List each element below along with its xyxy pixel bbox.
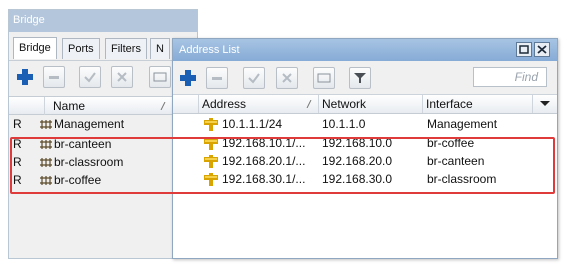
bridge-window: Bridge Bridge Ports Filters N Name R Man…	[8, 9, 198, 259]
address-row[interactable]: 192.168.20.1/... 192.168.20.0 br-canteen	[173, 153, 557, 170]
address-cell: 192.168.30.1/...	[222, 172, 306, 186]
address-pin-icon	[204, 118, 218, 131]
sort-icon	[160, 102, 166, 110]
bridge-table-header: Name	[9, 96, 197, 115]
bridge-window-title: Bridge	[9, 10, 197, 32]
address-cell: 10.1.1.1/24	[222, 117, 283, 131]
address-list-toolbar: Find	[173, 61, 557, 95]
maximize-icon	[519, 45, 529, 54]
network-cell: 192.168.20.0	[322, 154, 393, 168]
minus-icon	[212, 77, 222, 80]
close-icon	[537, 45, 547, 54]
table-row[interactable]: R br-coffee	[9, 172, 197, 189]
network-cell: 192.168.30.0	[322, 172, 393, 186]
address-row[interactable]: 192.168.30.1/... 192.168.30.0 br-classro…	[173, 171, 557, 188]
remove-address-button[interactable]	[206, 67, 228, 89]
name-column-header[interactable]: Name	[45, 97, 173, 115]
address-pin-icon	[204, 155, 218, 168]
address-list-window: Address List Find Address Network Interf…	[172, 38, 558, 259]
bridge-icon	[40, 120, 52, 129]
address-column-label: Address	[202, 97, 247, 111]
sort-icon	[306, 100, 312, 108]
plus-icon	[180, 70, 196, 86]
bridge-icon	[40, 158, 52, 167]
maximize-button[interactable]	[516, 42, 532, 57]
interface-cell: br-coffee	[427, 136, 475, 150]
address-cell: 192.168.10.1/...	[222, 136, 306, 150]
table-row[interactable]: R br-classroom	[9, 154, 197, 171]
address-list-title: Address List	[173, 39, 557, 61]
check-icon	[248, 73, 260, 84]
tab-ports[interactable]: Ports	[62, 38, 100, 59]
filter-icon	[354, 73, 366, 83]
row-name: br-canteen	[54, 137, 112, 151]
minus-icon	[49, 76, 59, 79]
add-button[interactable]	[15, 67, 35, 87]
row-name: br-coffee	[54, 173, 102, 187]
comment-address-button[interactable]	[313, 67, 335, 89]
address-flag-column-header[interactable]	[173, 95, 199, 113]
tab-nat[interactable]: N	[150, 38, 170, 59]
address-column-header[interactable]: Address	[199, 95, 319, 113]
address-table-header: Address Network Interface	[173, 95, 557, 114]
tab-bridge[interactable]: Bridge	[13, 37, 57, 59]
remove-button[interactable]	[43, 66, 65, 88]
name-column-label: Name	[53, 99, 86, 113]
close-button[interactable]	[534, 42, 550, 57]
check-icon	[84, 72, 96, 83]
cross-icon	[282, 73, 292, 83]
flag-column-header[interactable]	[9, 97, 45, 115]
network-cell: 10.1.1.0	[322, 117, 366, 131]
columns-dropdown-button[interactable]	[533, 95, 557, 113]
disable-button[interactable]	[111, 66, 133, 88]
table-row[interactable]: R br-canteen	[9, 136, 197, 153]
bridge-toolbar	[9, 60, 197, 92]
row-flag: R	[13, 155, 22, 169]
address-pin-icon	[204, 173, 218, 186]
network-cell: 192.168.10.0	[322, 136, 393, 150]
bridge-icon	[40, 176, 52, 185]
comment-button[interactable]	[149, 66, 171, 88]
interface-cell: Management	[427, 117, 498, 131]
interface-cell: br-classroom	[427, 172, 497, 186]
find-input[interactable]: Find	[473, 67, 547, 87]
row-name: Management	[54, 117, 125, 131]
row-flag: R	[13, 173, 22, 187]
comment-icon	[153, 72, 167, 82]
address-pin-icon	[204, 137, 218, 150]
enable-button[interactable]	[79, 66, 101, 88]
table-row[interactable]: R Management	[9, 116, 197, 133]
row-flag: R	[13, 117, 22, 131]
network-column-header[interactable]: Network	[319, 95, 423, 113]
filter-button[interactable]	[349, 67, 371, 89]
address-cell: 192.168.20.1/...	[222, 154, 306, 168]
comment-icon	[317, 73, 331, 83]
enable-address-button[interactable]	[243, 67, 265, 89]
row-flag: R	[13, 137, 22, 151]
address-row[interactable]: 10.1.1.1/24 10.1.1.0 Management	[173, 116, 557, 133]
interface-cell: br-canteen	[427, 154, 485, 168]
bridge-icon	[40, 140, 52, 149]
row-name: br-classroom	[54, 155, 124, 169]
address-row[interactable]: 192.168.10.1/... 192.168.10.0 br-coffee	[173, 135, 557, 152]
cross-icon	[117, 72, 127, 82]
dropdown-icon	[540, 101, 550, 106]
disable-address-button[interactable]	[276, 67, 298, 89]
tab-filters[interactable]: Filters	[105, 38, 147, 59]
plus-icon	[17, 69, 33, 85]
interface-column-header[interactable]: Interface	[423, 95, 533, 113]
add-address-button[interactable]	[178, 68, 198, 88]
